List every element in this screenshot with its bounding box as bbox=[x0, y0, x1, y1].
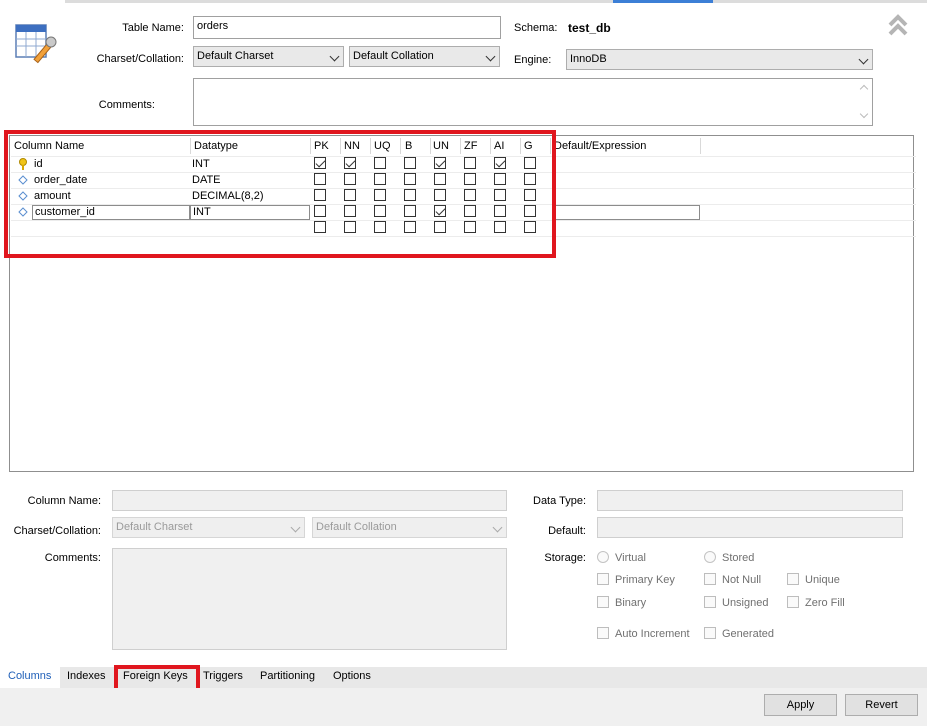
column-name-input[interactable] bbox=[112, 490, 507, 511]
schema-label: Schema: bbox=[514, 22, 558, 34]
top-accent bbox=[613, 0, 713, 3]
stored-label: Stored bbox=[722, 552, 755, 564]
chevron-down-icon bbox=[329, 51, 340, 62]
stored-radio[interactable] bbox=[704, 551, 716, 563]
default-label: Default: bbox=[548, 525, 586, 537]
charset-select-value: Default Charset bbox=[197, 50, 274, 62]
primary-key-checkbox[interactable] bbox=[597, 573, 609, 585]
generated-label: Generated bbox=[722, 628, 774, 640]
tab-partitioning[interactable]: Partitioning bbox=[260, 670, 315, 682]
storage-label: Storage: bbox=[544, 552, 586, 564]
tab-columns[interactable]: Columns bbox=[8, 670, 51, 682]
scroll-down-icon bbox=[859, 109, 869, 119]
default-expression-edit-input[interactable] bbox=[554, 205, 700, 220]
chevron-down-icon bbox=[290, 522, 301, 533]
collation-select[interactable]: Default Collation bbox=[349, 46, 500, 67]
table-editor-icon bbox=[14, 21, 58, 65]
detail-charset-label: Charset/Collation: bbox=[13, 525, 101, 537]
virtual-radio[interactable] bbox=[597, 551, 609, 563]
top-border bbox=[65, 0, 927, 3]
table-name-label: Table Name: bbox=[122, 22, 184, 34]
engine-label: Engine: bbox=[514, 54, 552, 66]
engine-select-value: InnoDB bbox=[570, 53, 607, 65]
unique-label: Unique bbox=[805, 574, 840, 586]
data-type-label: Data Type: bbox=[533, 495, 586, 507]
detail-comments-textarea[interactable] bbox=[112, 548, 507, 650]
tab-indexes[interactable]: Indexes bbox=[67, 670, 106, 682]
unsigned-checkbox[interactable] bbox=[704, 596, 716, 608]
generated-checkbox[interactable] bbox=[704, 627, 716, 639]
zero-fill-label: Zero Fill bbox=[805, 597, 845, 609]
tab-options[interactable]: Options bbox=[333, 670, 371, 682]
data-type-input[interactable] bbox=[597, 490, 903, 511]
chevron-down-icon bbox=[485, 51, 496, 62]
default-input[interactable] bbox=[597, 517, 903, 538]
column-name-label: Column Name: bbox=[27, 495, 101, 507]
apply-button[interactable]: Apply bbox=[764, 694, 837, 716]
comments-textarea[interactable] bbox=[193, 78, 873, 126]
tab-triggers[interactable]: Triggers bbox=[203, 670, 243, 682]
auto-increment-checkbox[interactable] bbox=[597, 627, 609, 639]
detail-comments-label: Comments: bbox=[44, 552, 101, 564]
revert-button[interactable]: Revert bbox=[845, 694, 918, 716]
chevron-down-icon bbox=[492, 522, 503, 533]
header-default-expression[interactable]: Default/Expression bbox=[554, 140, 646, 152]
unique-checkbox[interactable] bbox=[787, 573, 799, 585]
highlight-box bbox=[4, 130, 556, 258]
column-divider bbox=[700, 138, 701, 154]
detail-collation-value: Default Collation bbox=[316, 521, 397, 533]
comments-scrollbar[interactable] bbox=[856, 79, 872, 125]
detail-charset-value: Default Charset bbox=[116, 521, 193, 533]
unsigned-label: Unsigned bbox=[722, 597, 769, 609]
table-name-input[interactable]: orders bbox=[193, 16, 501, 39]
collation-select-value: Default Collation bbox=[353, 50, 434, 62]
binary-checkbox[interactable] bbox=[597, 596, 609, 608]
charset-collation-label: Charset/Collation: bbox=[96, 53, 184, 65]
zero-fill-checkbox[interactable] bbox=[787, 596, 799, 608]
chevron-down-icon bbox=[858, 54, 869, 65]
not-null-label: Not Null bbox=[722, 574, 762, 586]
virtual-label: Virtual bbox=[615, 552, 646, 564]
not-null-checkbox[interactable] bbox=[704, 573, 716, 585]
comments-label: Comments: bbox=[98, 99, 155, 111]
detail-charset-select[interactable]: Default Charset bbox=[112, 517, 305, 538]
binary-label: Binary bbox=[615, 597, 647, 609]
scroll-up-icon bbox=[859, 84, 869, 94]
charset-select[interactable]: Default Charset bbox=[193, 46, 344, 67]
detail-collation-select[interactable]: Default Collation bbox=[312, 517, 507, 538]
primary-key-label: Primary Key bbox=[615, 574, 675, 586]
auto-increment-label: Auto Increment bbox=[615, 628, 690, 640]
engine-select[interactable]: InnoDB bbox=[566, 49, 873, 70]
collapse-chevron-icon[interactable] bbox=[887, 14, 909, 38]
schema-value: test_db bbox=[568, 21, 611, 35]
